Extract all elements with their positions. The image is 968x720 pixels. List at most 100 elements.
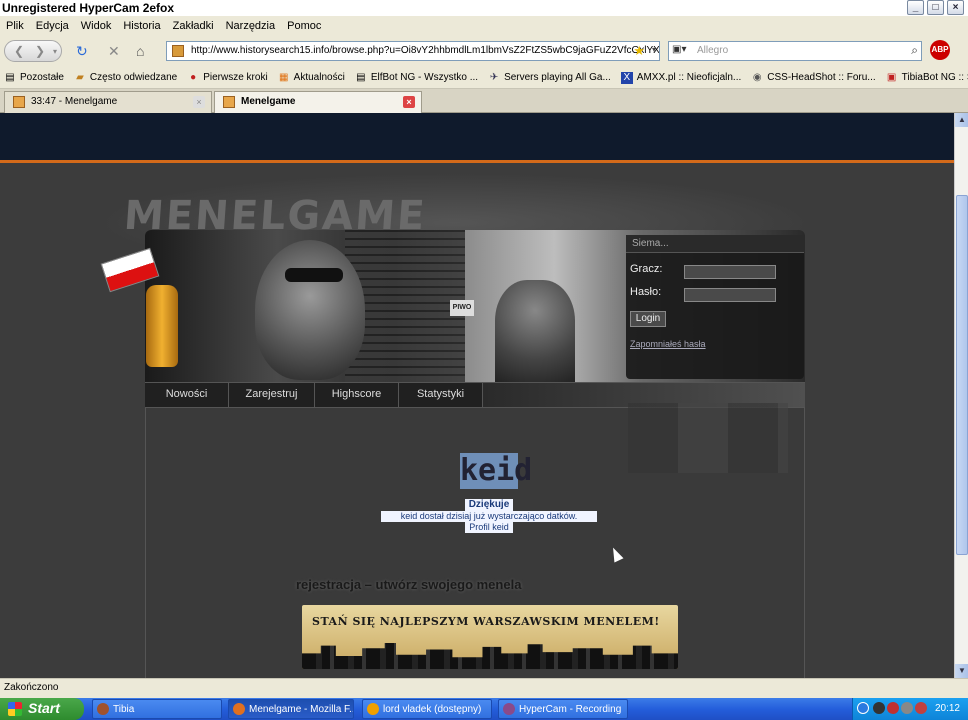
search-engine-icon[interactable]: ▣▾	[672, 44, 692, 58]
bookmark-item[interactable]: ● Pierwsze kroki	[187, 71, 268, 84]
url-dropdown-icon[interactable]: ▾	[652, 45, 656, 54]
password-input[interactable]	[684, 288, 776, 302]
menu-widok[interactable]: Widok	[75, 20, 118, 32]
tray-security-icon[interactable]	[915, 702, 927, 714]
start-button[interactable]: Start	[0, 698, 84, 720]
search-bar[interactable]: ▣▾ Allegro ⌕	[668, 41, 922, 61]
page-icon: ▤	[356, 71, 366, 83]
bookmark-item[interactable]: ✈ Servers playing All Ga...	[488, 72, 611, 84]
promo-text: STAŃ SIĘ NAJLEPSZYM WARSZAWSKIM MENELEM!	[312, 615, 660, 628]
tab-favicon-icon	[223, 96, 235, 108]
piwo-sign: PIWO	[450, 300, 474, 316]
taskbar-clock[interactable]: 20:12	[935, 703, 960, 714]
nav-nowosci[interactable]: Nowości	[145, 383, 229, 407]
bookmark-star-icon[interactable]: ★	[633, 43, 645, 59]
taskbar-item-tibia[interactable]: Tibia	[92, 699, 222, 719]
page-icon: ▣	[886, 71, 897, 83]
register-title: rejestracja – utwórz swojego menela	[296, 577, 522, 592]
bookmark-item[interactable]: ▤ ElfBot NG - Wszystko ...	[355, 72, 478, 84]
x-icon: X	[620, 71, 633, 84]
close-button[interactable]: ×	[947, 0, 964, 15]
bookmark-item[interactable]: ▰ Często odwiedzane	[74, 72, 177, 84]
sunglasses-graphic	[285, 268, 343, 282]
username-label: Gracz:	[630, 263, 663, 275]
window-titlebar: Unregistered HyperCam 2efox _ □ ×	[0, 0, 968, 16]
scroll-up-arrow-icon[interactable]: ▲	[955, 113, 968, 127]
system-tray: 20:12	[852, 698, 968, 720]
tab-menelgame[interactable]: Menelgame ×	[214, 91, 422, 113]
bookmark-item[interactable]: ◉ CSS-HeadShot :: Foru...	[751, 71, 876, 84]
site-header-bar	[0, 113, 954, 163]
site-favicon-icon	[172, 45, 184, 57]
menu-zakladki[interactable]: Zakładki	[167, 20, 220, 32]
menu-pomoc[interactable]: Pomoc	[281, 20, 327, 32]
city-skyline-graphic	[302, 643, 678, 669]
scrollbar-thumb[interactable]	[956, 195, 968, 555]
folder-icon: ▰	[76, 71, 84, 83]
nav-statystyki[interactable]: Statystyki	[399, 383, 483, 407]
username-input[interactable]	[684, 265, 776, 279]
stop-icon[interactable]: ✕	[108, 43, 120, 60]
bookmark-item[interactable]: X AMXX.pl :: Nieoficjaln...	[620, 71, 741, 84]
address-bar[interactable]: http://www.historysearch15.info/browse.p…	[166, 41, 660, 61]
tray-arrow-icon[interactable]	[857, 702, 869, 714]
window-title: Unregistered HyperCam 2efox	[2, 1, 175, 15]
windows-logo-icon	[8, 702, 22, 716]
old-man-graphic	[495, 280, 575, 382]
status-text: Zakończono	[4, 682, 59, 693]
tab-close-icon[interactable]: ×	[403, 96, 415, 108]
bookmark-item[interactable]: ▤ Pozostałe	[4, 72, 64, 84]
menu-edycja[interactable]: Edycja	[30, 20, 75, 32]
tab-menelgame-timer[interactable]: 33:47 - Menelgame ×	[4, 91, 212, 113]
donation-message: keid dostał dzisiaj już wystarczająco da…	[381, 511, 597, 522]
menu-historia[interactable]: Historia	[117, 20, 166, 32]
tray-network-icon[interactable]	[901, 702, 913, 714]
reload-icon[interactable]: ↻	[76, 43, 88, 60]
globe-icon: ◉	[752, 71, 762, 83]
tab-bar: 33:47 - Menelgame × Menelgame ×	[0, 89, 968, 113]
firefox-icon	[233, 703, 245, 715]
forgot-password-link[interactable]: Zapomniałeś hasła	[630, 339, 706, 349]
vertical-scrollbar[interactable]: ▲ ▼	[954, 113, 968, 678]
menu-plik[interactable]: Plik	[0, 20, 30, 32]
man-portrait-graphic	[255, 240, 365, 380]
nav-highscore[interactable]: Highscore	[315, 383, 399, 407]
maximize-button[interactable]: □	[927, 0, 944, 15]
forward-arrow-icon[interactable]: ❯	[35, 44, 45, 58]
promo-banner[interactable]: STAŃ SIĘ NAJLEPSZYM WARSZAWSKIM MENELEM!	[302, 605, 678, 669]
login-button[interactable]: Login	[630, 311, 666, 327]
rss-icon: ▦	[278, 71, 289, 83]
bookmarks-toolbar: ▤ Pozostałe ▰ Często odwiedzane ● Pierwsze …	[0, 67, 968, 89]
taskbar-item-gadu[interactable]: lord vladek (dostępny)	[362, 699, 492, 719]
history-dropdown-icon[interactable]: ▾	[53, 47, 57, 56]
home-icon[interactable]: ⌂	[136, 43, 144, 59]
navigation-toolbar: ❮ ❯ ▾ ↻ ✕ ⌂ http://www.historysearch15.i…	[0, 36, 968, 66]
thanks-text: Dziękuje	[465, 499, 513, 511]
bookmark-item[interactable]: ▦ Aktualności	[278, 72, 345, 84]
tab-favicon-icon	[13, 96, 25, 108]
login-header: Siema...	[626, 235, 804, 253]
tibia-icon	[97, 703, 109, 715]
tab-close-icon[interactable]: ×	[193, 96, 205, 108]
beer-bottle-mascot-icon	[146, 285, 178, 367]
scroll-down-arrow-icon[interactable]: ▼	[955, 664, 968, 678]
windows-taskbar: Start Tibia Menelgame - Mozilla F... lor…	[0, 698, 968, 720]
player-profile-link[interactable]: Profil keid	[465, 522, 513, 533]
firefox-icon: ●	[190, 71, 197, 83]
search-icon[interactable]: ⌕	[911, 43, 918, 58]
menu-narzedzia[interactable]: Narzędzia	[220, 20, 282, 32]
tray-app-icon[interactable]	[873, 702, 885, 714]
nav-zarejestruj[interactable]: Zarejestruj	[229, 383, 315, 407]
password-label: Hasło:	[630, 286, 662, 298]
back-arrow-icon[interactable]: ❮	[14, 44, 24, 58]
adblock-icon[interactable]: ABP	[930, 40, 950, 60]
taskbar-item-hypercam[interactable]: HyperCam - Recording	[498, 699, 628, 719]
minimize-button[interactable]: _	[907, 0, 924, 15]
hypercam-icon	[503, 703, 515, 715]
url-text: http://www.historysearch15.info/browse.p…	[191, 45, 660, 56]
window-controls: _ □ ×	[907, 0, 964, 15]
tray-app-icon[interactable]	[887, 702, 899, 714]
bookmark-item[interactable]: ▣TibiaBot NG :: Stonesk...	[886, 72, 968, 84]
back-forward-group: ❮ ❯ ▾	[4, 40, 62, 62]
taskbar-item-firefox[interactable]: Menelgame - Mozilla F...	[228, 699, 354, 719]
